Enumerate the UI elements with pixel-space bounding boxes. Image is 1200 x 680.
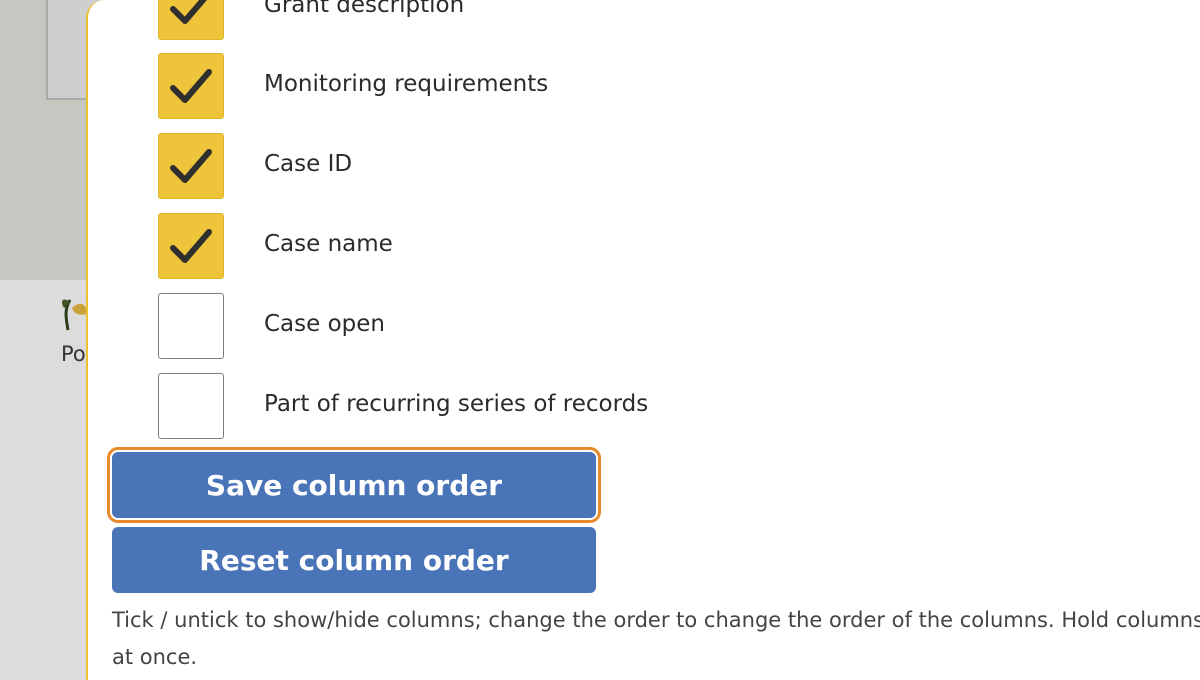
column-checkbox[interactable] bbox=[158, 53, 224, 119]
reset-column-order-button[interactable]: Reset column order bbox=[112, 527, 596, 593]
help-text: Tick / untick to show/hide columns; chan… bbox=[112, 608, 1200, 669]
column-checkbox[interactable] bbox=[158, 0, 224, 40]
column-label: Case name bbox=[264, 231, 393, 257]
checkmark-icon bbox=[170, 0, 207, 24]
column-row-case-name[interactable]: Case name bbox=[158, 213, 958, 279]
column-label: Case ID bbox=[264, 151, 353, 177]
column-checkbox[interactable] bbox=[158, 293, 224, 359]
column-label: Part of recurring series of records bbox=[264, 391, 649, 417]
background-label: Po bbox=[61, 342, 86, 366]
checkmark-icon bbox=[170, 69, 212, 103]
checkmark-icon bbox=[170, 149, 212, 183]
column-label: Grant description bbox=[264, 0, 465, 18]
column-row-case-open[interactable]: Case open bbox=[158, 293, 958, 359]
checkmark-icon bbox=[170, 229, 212, 263]
column-checkbox[interactable] bbox=[158, 213, 224, 279]
column-checkbox[interactable] bbox=[158, 373, 224, 439]
plant-logo-icon bbox=[62, 299, 87, 331]
save-column-order-button[interactable]: Save column order bbox=[107, 447, 601, 523]
column-row-monitoring-requirements[interactable]: Monitoring requirements bbox=[158, 53, 958, 119]
column-chooser-panel: Grant description Monitoring requirement… bbox=[86, 0, 1200, 680]
column-checkbox[interactable] bbox=[158, 133, 224, 199]
column-row-case-id[interactable]: Case ID bbox=[158, 133, 958, 199]
column-label: Case open bbox=[264, 311, 385, 337]
background-app: Po bbox=[0, 0, 106, 680]
column-row-grant-description[interactable]: Grant description bbox=[158, 0, 958, 40]
column-label: Monitoring requirements bbox=[264, 71, 549, 97]
column-row-recurring-series[interactable]: Part of recurring series of records bbox=[158, 373, 958, 439]
